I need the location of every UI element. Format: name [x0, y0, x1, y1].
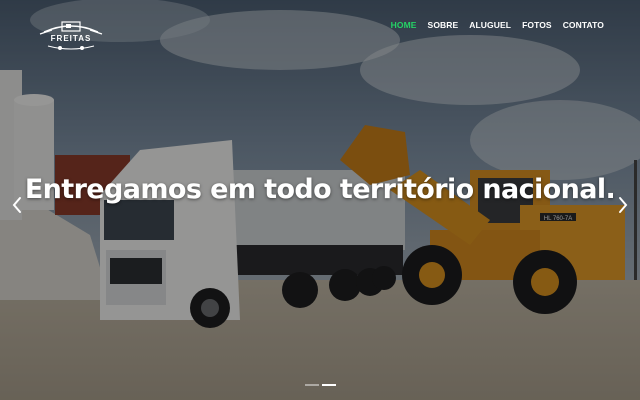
nav-item-home[interactable]: HOME — [391, 20, 417, 30]
carousel-prev-button[interactable] — [10, 196, 24, 214]
chevron-left-icon — [12, 197, 21, 213]
carousel-next-button[interactable] — [616, 196, 630, 214]
nav-item-sobre[interactable]: SOBRE — [428, 20, 459, 30]
chevron-right-icon — [619, 197, 628, 213]
carousel-indicator-2[interactable] — [321, 384, 336, 386]
nav-item-fotos[interactable]: FOTOS — [522, 20, 552, 30]
carousel-indicators — [0, 384, 640, 386]
hero-headline: Entregamos em todo território nacional. — [24, 174, 616, 205]
brand-logo[interactable]: FREITAS — [38, 18, 104, 50]
nav-item-contato[interactable]: CONTATO — [563, 20, 604, 30]
main-nav: HOME SOBRE ALUGUEL FOTOS CONTATO — [391, 20, 604, 30]
logo-underline-icon — [47, 45, 95, 50]
nav-item-aluguel[interactable]: ALUGUEL — [469, 20, 511, 30]
carousel-indicator-1[interactable] — [304, 384, 319, 386]
logo-wordmark: FREITAS — [50, 34, 92, 43]
